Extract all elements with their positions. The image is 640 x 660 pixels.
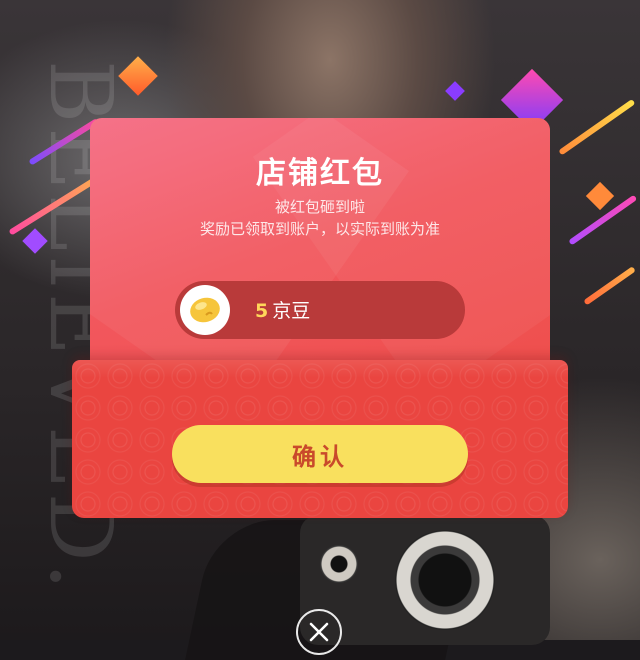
jingdou-bean-icon — [180, 285, 230, 335]
camera-knob — [320, 545, 358, 583]
camera-lens — [395, 530, 495, 630]
reward-pill: 5 京豆 — [175, 281, 465, 339]
reward-amount: 5 — [255, 300, 269, 322]
dialog-title: 店铺红包 — [256, 156, 384, 191]
reward-label: 5 京豆 — [255, 296, 310, 323]
red-packet-envelope: 确认 — [72, 360, 568, 518]
close-button[interactable] — [296, 609, 342, 655]
dialog-subtitle-note: 奖励已领取到账户，以实际到账为准 — [199, 220, 440, 238]
confirm-button[interactable]: 确认 — [172, 425, 468, 483]
reward-unit: 京豆 — [272, 300, 311, 322]
dialog-subtitle: 被红包砸到啦 — [274, 198, 365, 216]
close-icon — [309, 622, 329, 642]
